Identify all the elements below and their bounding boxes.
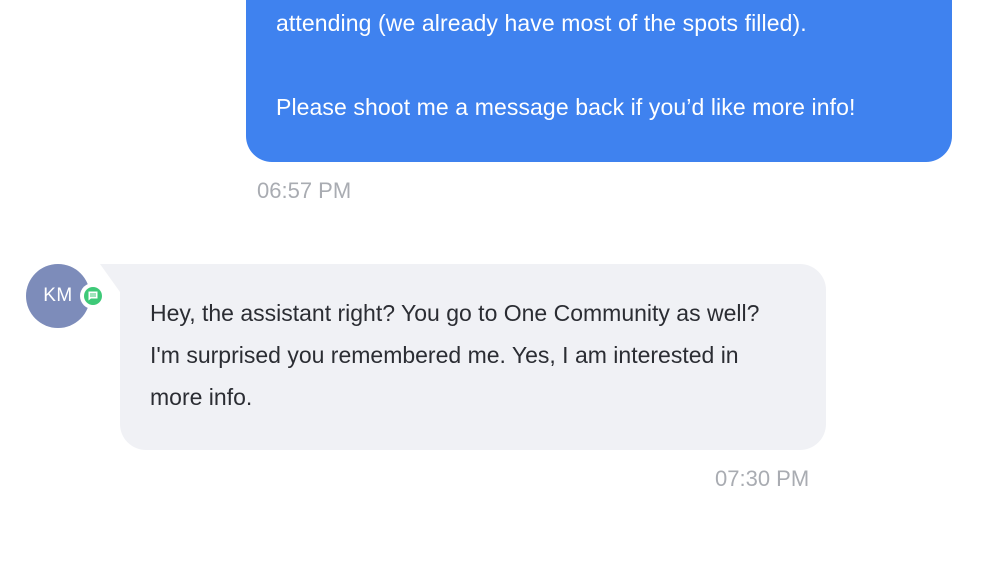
incoming-message-line: I'm surprised you remembered me. Yes, I … [150, 342, 739, 368]
incoming-message-line: Hey, the assistant right? You go to One … [150, 300, 760, 326]
incoming-message-bubble: Hey, the assistant right? You go to One … [120, 264, 826, 450]
incoming-message-tail [100, 264, 120, 292]
incoming-message-timestamp: 07:30 PM [715, 466, 810, 491]
outgoing-message-bubble: attending (we already have most of the s… [246, 0, 952, 162]
outgoing-message-line: Please shoot me a message back if you’d … [276, 94, 856, 120]
chat-thread: attending (we already have most of the s… [0, 0, 998, 570]
avatar-initials: KM [43, 285, 73, 306]
outgoing-message-line: attending (we already have most of the s… [276, 10, 807, 36]
incoming-message-line: more info. [150, 384, 253, 410]
outgoing-message-timestamp: 06:57 PM [257, 178, 352, 203]
message-icon [88, 291, 98, 301]
